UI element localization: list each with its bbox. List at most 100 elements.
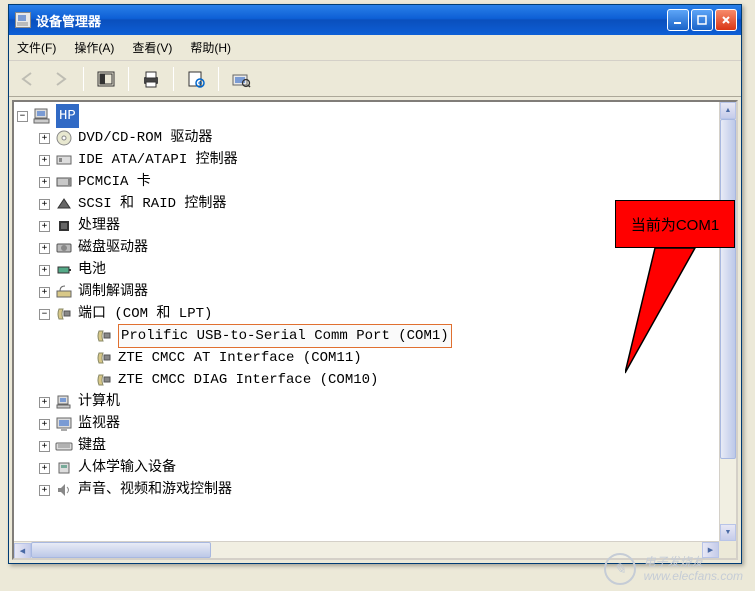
view-mode-button[interactable]	[92, 65, 120, 93]
ide-icon	[55, 151, 73, 169]
scroll-down-button[interactable]: ▼	[720, 524, 736, 541]
scroll-thumb[interactable]	[31, 542, 211, 558]
watermark-text: 电子发烧友 www.elecfans.com	[644, 555, 743, 584]
menu-help[interactable]: 帮助(H)	[190, 39, 231, 56]
tree-port-item[interactable]: ZTE CMCC AT Interface (COM11)	[17, 347, 719, 369]
modem-icon	[55, 283, 73, 301]
computer-icon	[33, 107, 51, 125]
expand-icon[interactable]: +	[39, 133, 50, 144]
port-icon	[95, 371, 113, 389]
tree-item[interactable]: + SCSI 和 RAID 控制器	[17, 193, 719, 215]
expand-icon[interactable]: +	[39, 463, 50, 474]
watermark-logo-icon: ✎	[604, 553, 636, 585]
callout-text: 当前为COM1	[615, 200, 735, 248]
disk-icon	[55, 239, 73, 257]
window-controls	[667, 9, 737, 31]
annotation-callout: 当前为COM1	[615, 200, 735, 248]
menu-file[interactable]: 文件(F)	[17, 39, 56, 56]
separator	[128, 67, 129, 91]
port-icon	[95, 327, 113, 345]
tree-item[interactable]: + 键盘	[17, 435, 719, 457]
toolbar	[9, 61, 741, 97]
tree-item[interactable]: + DVD/CD-ROM 驱动器	[17, 127, 719, 149]
scroll-thumb[interactable]	[720, 119, 736, 459]
tree-item[interactable]: + 处理器	[17, 215, 719, 237]
tree-item[interactable]: + 声音、视频和游戏控制器	[17, 479, 719, 501]
item-label: 计算机	[78, 391, 120, 413]
port-label: Prolific USB-to-Serial Comm Port (COM1)	[118, 324, 452, 348]
vertical-scrollbar[interactable]: ▲ ▼	[719, 102, 736, 541]
expand-icon[interactable]: +	[39, 155, 50, 166]
expand-icon[interactable]: +	[39, 177, 50, 188]
expand-icon[interactable]: +	[39, 243, 50, 254]
item-label: DVD/CD-ROM 驱动器	[78, 127, 212, 149]
tree-root[interactable]: − HP	[17, 105, 719, 127]
scroll-left-button[interactable]: ◀	[14, 543, 31, 559]
tree-item[interactable]: + PCMCIA 卡	[17, 171, 719, 193]
tree-item-ports[interactable]: − 端口 (COM 和 LPT)	[17, 303, 719, 325]
minimize-button[interactable]	[667, 9, 689, 31]
expand-icon[interactable]: +	[39, 485, 50, 496]
collapse-icon[interactable]: −	[39, 309, 50, 320]
separator	[218, 67, 219, 91]
menu-view[interactable]: 查看(V)	[132, 39, 172, 56]
item-label: 电池	[78, 259, 106, 281]
item-label: 磁盘驱动器	[78, 237, 148, 259]
battery-icon	[55, 261, 73, 279]
tree-item[interactable]: + 监视器	[17, 413, 719, 435]
tree-item[interactable]: + IDE ATA/ATAPI 控制器	[17, 149, 719, 171]
tree-item[interactable]: + 人体学输入设备	[17, 457, 719, 479]
root-label: HP	[56, 104, 79, 128]
separator	[173, 67, 174, 91]
tree-item[interactable]: + 调制解调器	[17, 281, 719, 303]
item-label: 声音、视频和游戏控制器	[78, 479, 232, 501]
watermark: ✎ 电子发烧友 www.elecfans.com	[604, 553, 743, 585]
port-label: ZTE CMCC AT Interface (COM11)	[118, 347, 362, 369]
maximize-button[interactable]	[691, 9, 713, 31]
expand-icon[interactable]: +	[39, 287, 50, 298]
expand-icon[interactable]: +	[39, 265, 50, 276]
item-label: SCSI 和 RAID 控制器	[78, 193, 226, 215]
menubar: 文件(F) 操作(A) 查看(V) 帮助(H)	[9, 35, 741, 61]
separator	[83, 67, 84, 91]
expand-icon[interactable]: +	[39, 441, 50, 452]
tree-item[interactable]: + 磁盘驱动器	[17, 237, 719, 259]
dvd-icon	[55, 129, 73, 147]
port-icon	[95, 349, 113, 367]
tree-item[interactable]: + 计算机	[17, 391, 719, 413]
properties-button[interactable]	[182, 65, 210, 93]
expand-icon[interactable]: +	[39, 397, 50, 408]
tree-item[interactable]: + 电池	[17, 259, 719, 281]
tree-port-item[interactable]: Prolific USB-to-Serial Comm Port (COM1)	[17, 325, 719, 347]
scsi-icon	[55, 195, 73, 213]
close-button[interactable]	[715, 9, 737, 31]
item-label: IDE ATA/ATAPI 控制器	[78, 149, 238, 171]
expand-icon[interactable]: +	[39, 221, 50, 232]
monitor-icon	[55, 415, 73, 433]
collapse-icon[interactable]: −	[17, 111, 28, 122]
item-label: PCMCIA 卡	[78, 171, 151, 193]
forward-button	[47, 65, 75, 93]
print-button[interactable]	[137, 65, 165, 93]
item-label: 键盘	[78, 435, 106, 457]
item-label: 处理器	[78, 215, 120, 237]
hid-icon	[55, 459, 73, 477]
app-icon	[15, 12, 31, 28]
menu-action[interactable]: 操作(A)	[74, 39, 114, 56]
expand-icon[interactable]: +	[39, 419, 50, 430]
port-icon	[55, 305, 73, 323]
window-title: 设备管理器	[36, 11, 667, 30]
item-label: 监视器	[78, 413, 120, 435]
item-label: 调制解调器	[78, 281, 148, 303]
scan-button[interactable]	[227, 65, 255, 93]
scroll-up-button[interactable]: ▲	[720, 102, 736, 119]
cpu-icon	[55, 217, 73, 235]
device-tree[interactable]: − HP + DVD/CD-ROM 驱动器 + IDE ATA/ATAPI 控制…	[14, 102, 719, 541]
audio-icon	[55, 481, 73, 499]
expand-icon[interactable]: +	[39, 199, 50, 210]
titlebar[interactable]: 设备管理器	[9, 5, 741, 35]
tree-port-item[interactable]: ZTE CMCC DIAG Interface (COM10)	[17, 369, 719, 391]
callout-arrow-icon	[625, 248, 715, 378]
keyboard-icon	[55, 437, 73, 455]
item-label: 人体学输入设备	[78, 457, 176, 479]
